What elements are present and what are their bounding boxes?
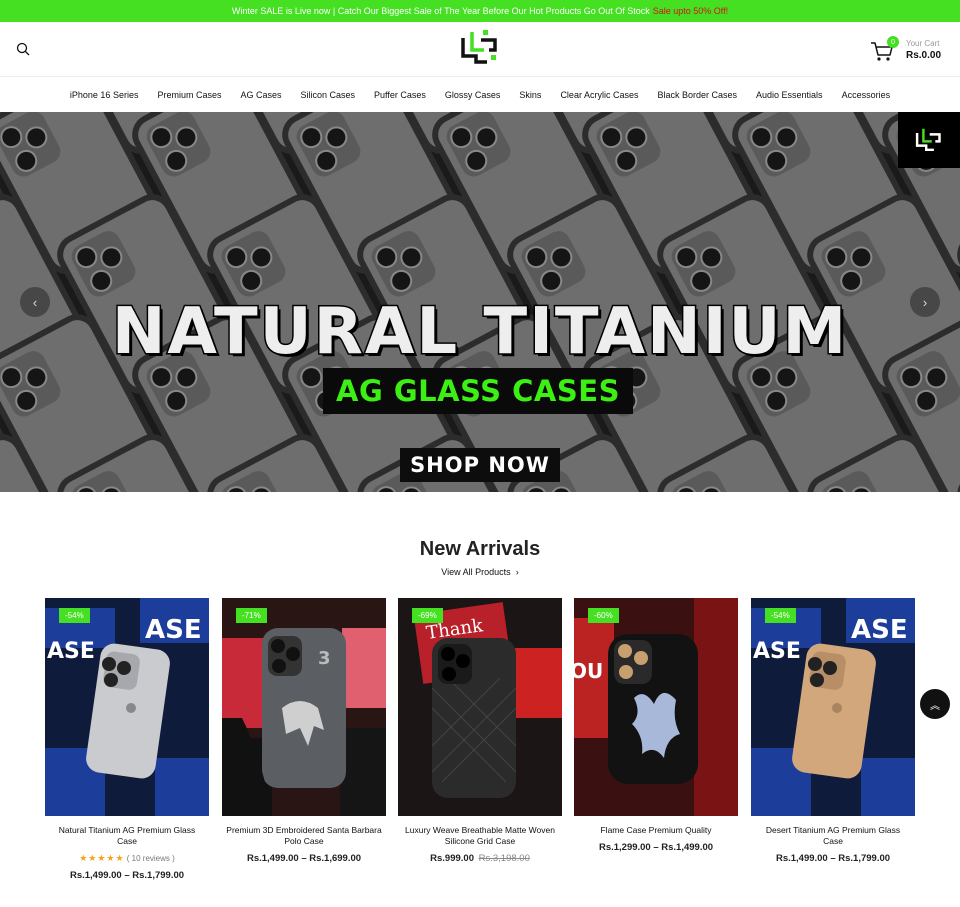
product-name[interactable]: Luxury Weave Breathable Matte Woven Sili…: [398, 825, 562, 847]
svg-text:ASE: ASE: [145, 615, 202, 645]
svg-text:ASE: ASE: [851, 615, 908, 645]
hero-subtitle: AG GLASS CASES: [323, 368, 633, 414]
svg-text:ASE: ASE: [47, 639, 95, 664]
product-name[interactable]: Desert Titanium AG Premium Glass Case: [751, 825, 915, 847]
price-current: Rs.1,499.00 – Rs.1,799.00: [69, 870, 185, 881]
product-card[interactable]: ASE ASE -54% Natural Titanium AG Premium…: [45, 598, 209, 881]
svg-text:OU: OU: [574, 659, 603, 683]
discount-badge: -54%: [765, 608, 796, 623]
product-price: Rs.1,499.00 – Rs.1,799.00: [751, 853, 915, 864]
discount-badge: -60%: [588, 608, 619, 623]
product-image[interactable]: ASE ASE -54%: [751, 598, 915, 816]
product-price: Rs.1,499.00 – Rs.1,799.00: [45, 870, 209, 881]
product-price: Rs.1,299.00 – Rs.1,499.00: [574, 842, 738, 853]
site-header: 0 Your Cart Rs.0.00: [0, 22, 960, 77]
nav-item-ag-cases[interactable]: AG Cases: [231, 90, 291, 100]
svg-text:ASE: ASE: [753, 639, 801, 664]
nav-item-audio-essentials[interactable]: Audio Essentials: [747, 90, 833, 100]
view-all-products-link[interactable]: View All Products ›: [0, 567, 960, 577]
double-chevron-up-icon: ︽: [930, 700, 940, 712]
nav-item-clear-acrylic-cases[interactable]: Clear Acrylic Cases: [551, 90, 648, 100]
search-button[interactable]: [16, 42, 32, 58]
product-card[interactable]: 3 -71% Premium 3D Embroidered Santa Barb…: [222, 598, 386, 864]
product-card[interactable]: OU -60% Flame Case Premium Quality Rs.1,…: [574, 598, 738, 853]
announcement-text: Winter SALE is Live now | Catch Our Bigg…: [231, 6, 650, 16]
nav-item-black-border-cases[interactable]: Black Border Cases: [648, 90, 747, 100]
hero-banner[interactable]: ‹ › NATURAL TITANIUM AG GLASS CASES SHOP…: [0, 112, 960, 492]
nav-item-glossy-cases[interactable]: Glossy Cases: [435, 90, 510, 100]
shop-now-button[interactable]: SHOP NOW: [400, 448, 560, 482]
cart-count-badge: 0: [887, 36, 899, 48]
price-current: Rs.1,499.00 – Rs.1,699.00: [246, 853, 362, 864]
nav-item-accessories[interactable]: Accessories: [832, 90, 900, 100]
price-current: Rs.1,299.00 – Rs.1,499.00: [598, 842, 714, 853]
product-price: Rs.1,499.00 – Rs.1,699.00: [222, 853, 386, 864]
product-image[interactable]: 3 -71%: [222, 598, 386, 816]
cart-total: Rs.0.00: [906, 50, 942, 61]
product-name[interactable]: Natural Titanium AG Premium Glass Case: [45, 825, 209, 847]
product-name[interactable]: Premium 3D Embroidered Santa Barbara Pol…: [222, 825, 386, 847]
product-name[interactable]: Flame Case Premium Quality: [574, 825, 738, 836]
hero-corner-logo: [898, 112, 960, 168]
nav-item-premium-cases[interactable]: Premium Cases: [148, 90, 231, 100]
nav-item-skins[interactable]: Skins: [510, 90, 551, 100]
main-nav: iPhone 16 Series Premium Cases AG Cases …: [0, 77, 960, 112]
view-all-label: View All Products: [441, 567, 511, 577]
discount-badge: -71%: [236, 608, 267, 623]
product-card[interactable]: Thank You -69% Luxury Weave Breathable M…: [398, 598, 562, 864]
discount-badge: -69%: [412, 608, 443, 623]
chevron-right-icon: ›: [513, 567, 519, 577]
cart-label: Your Cart: [906, 39, 940, 48]
announcement-bar: Winter SALE is Live now | Catch Our Bigg…: [0, 0, 960, 22]
price-current: Rs.1,499.00 – Rs.1,799.00: [775, 853, 891, 864]
section-title: New Arrivals: [419, 538, 541, 560]
price-original: Rs.3,198.00: [478, 853, 530, 864]
product-price: Rs.999.00 Rs.3,198.00: [398, 853, 562, 864]
product-image[interactable]: Thank You -69%: [398, 598, 562, 816]
product-image[interactable]: OU -60%: [574, 598, 738, 816]
product-image[interactable]: ASE ASE -54%: [45, 598, 209, 816]
product-card[interactable]: ASE ASE -54% Desert Titanium AG Premium …: [751, 598, 915, 864]
nav-item-silicon-cases[interactable]: Silicon Cases: [291, 90, 365, 100]
search-icon: [16, 42, 30, 56]
discount-badge: -54%: [59, 608, 90, 623]
review-count: ( 10 reviews ): [126, 854, 175, 863]
scroll-to-top-button[interactable]: ︽: [920, 689, 950, 719]
svg-text:3: 3: [318, 648, 331, 669]
announcement-highlight: Sale upto 50% Off!: [652, 6, 729, 16]
star-rating-icon: ★★★★★: [79, 853, 125, 863]
site-logo[interactable]: [459, 28, 501, 68]
hero-title: NATURAL TITANIUM: [110, 295, 849, 370]
nav-item-puffer-cases[interactable]: Puffer Cases: [365, 90, 436, 100]
nav-item-iphone-16-series[interactable]: iPhone 16 Series: [60, 90, 148, 100]
price-current: Rs.999.00: [430, 853, 474, 864]
cart-button[interactable]: 0 Your Cart Rs.0.00: [870, 36, 950, 66]
product-rating: ★★★★★ ( 10 reviews ): [45, 853, 209, 864]
